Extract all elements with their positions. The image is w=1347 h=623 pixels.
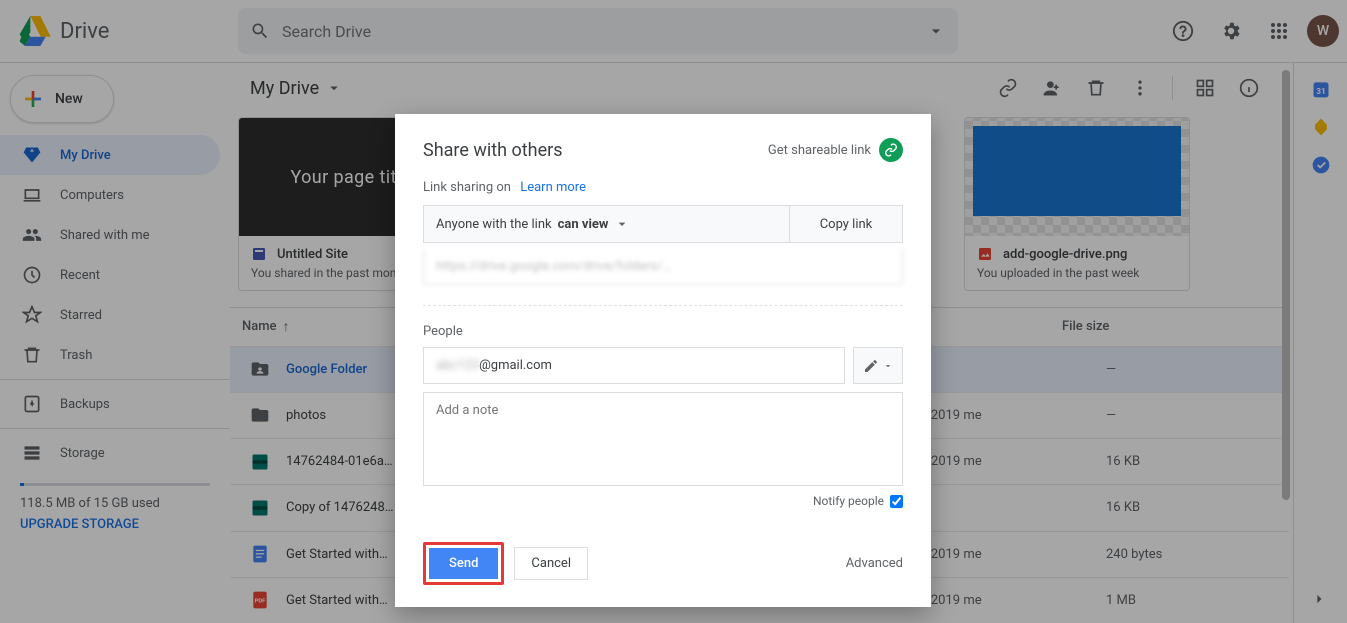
dropdown-icon: [883, 361, 893, 371]
dropdown-icon: [614, 216, 630, 232]
link-sharing-status: Link sharing on Learn more: [423, 180, 903, 195]
get-shareable-link[interactable]: Get shareable link: [768, 138, 903, 162]
notify-label: Notify people: [813, 494, 884, 508]
copy-link-button[interactable]: Copy link: [790, 206, 902, 242]
link-url-field[interactable]: https://drive.google.com/drive/folders/…: [423, 249, 903, 285]
shareable-label: Get shareable link: [768, 143, 871, 158]
people-input[interactable]: abc123@gmail.com: [423, 347, 845, 384]
link-permission-dropdown[interactable]: Anyone with the link can view: [424, 206, 790, 242]
modal-title: Share with others: [423, 140, 563, 161]
people-label: People: [423, 324, 903, 339]
pencil-icon: [863, 358, 879, 374]
notify-checkbox[interactable]: [890, 495, 903, 508]
link-icon: [879, 138, 903, 162]
send-button[interactable]: Send: [429, 548, 498, 579]
advanced-link[interactable]: Advanced: [846, 556, 903, 571]
notify-people-row: Notify people: [423, 494, 903, 508]
permission-button[interactable]: [853, 347, 903, 384]
learn-more-link[interactable]: Learn more: [520, 180, 586, 195]
note-textarea[interactable]: [423, 392, 903, 486]
cancel-button[interactable]: Cancel: [514, 547, 588, 580]
share-modal: Share with others Get shareable link Lin…: [395, 114, 931, 607]
divider: [423, 305, 903, 306]
send-highlight: Send: [423, 542, 504, 585]
